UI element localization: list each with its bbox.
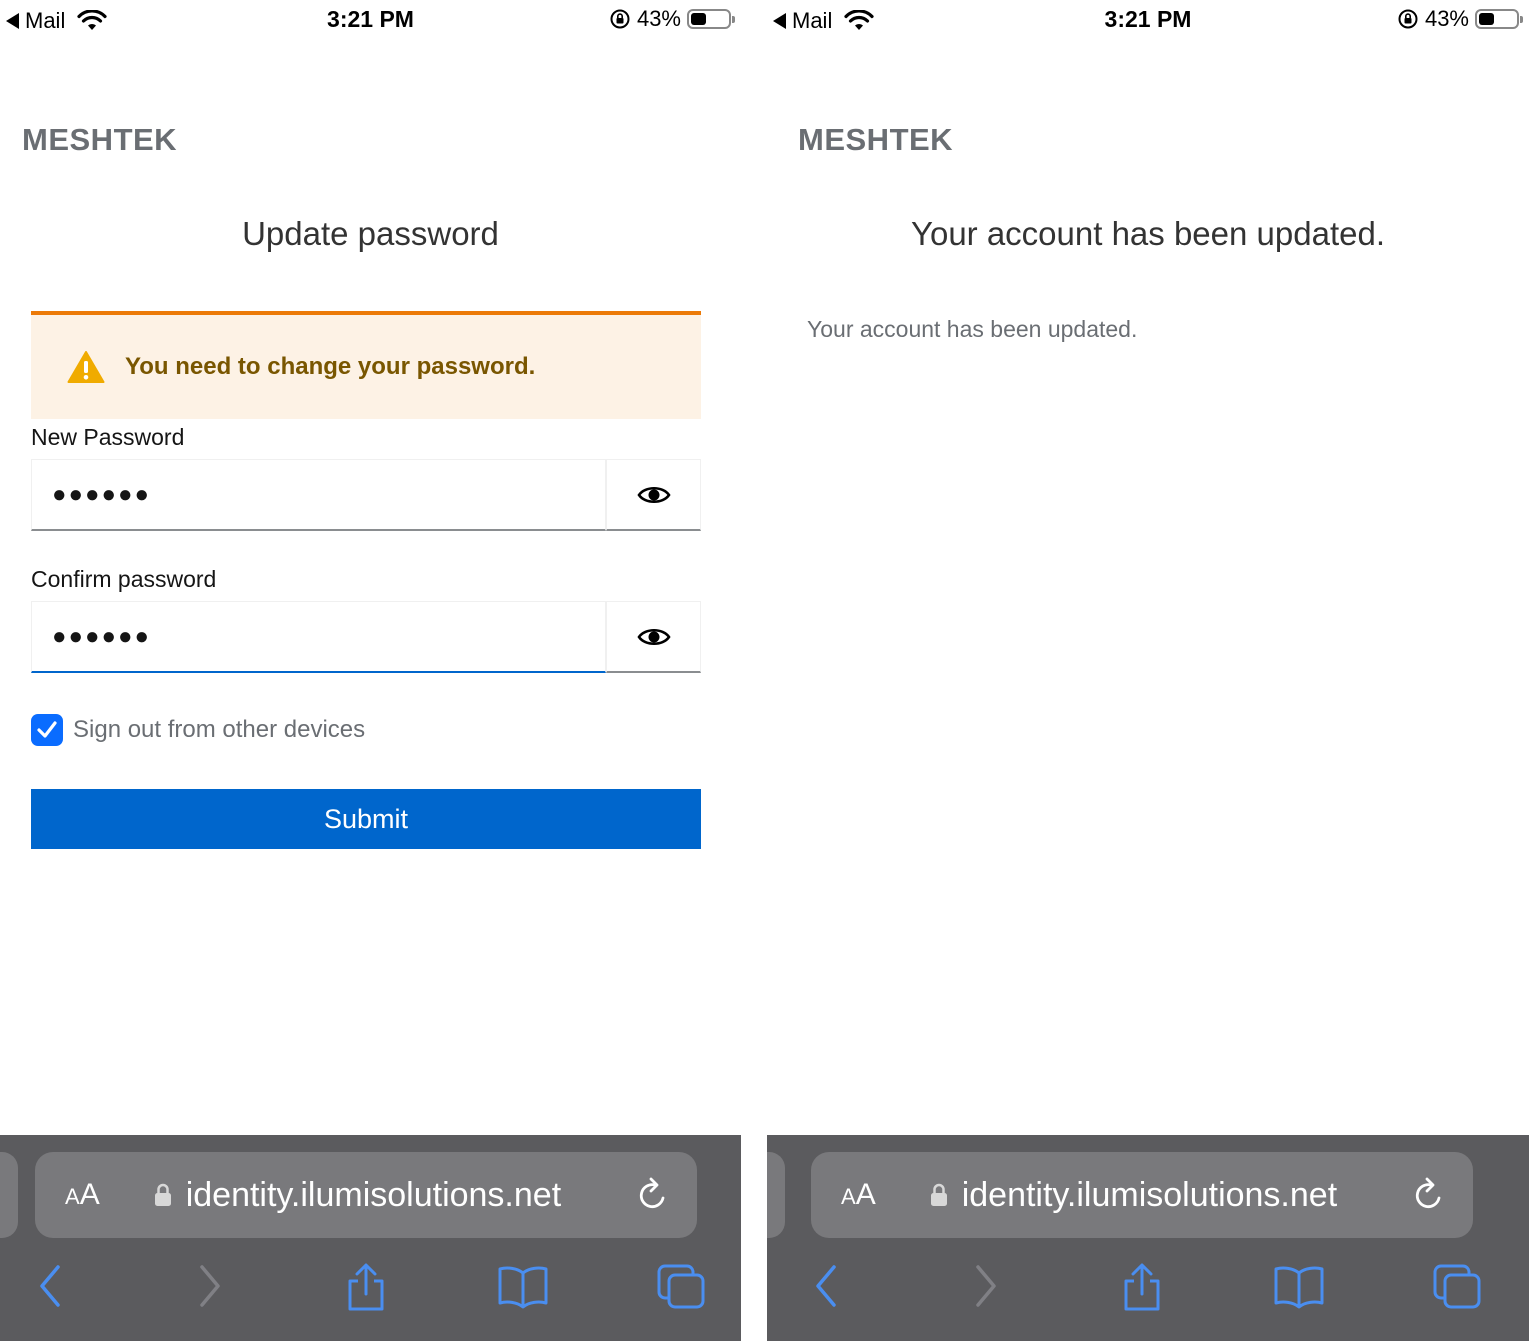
chevron-right-icon[interactable] — [196, 1263, 224, 1309]
bookmarks-icon[interactable] — [1273, 1263, 1325, 1309]
status-right: 43% — [1397, 6, 1523, 32]
battery-percent: 43% — [1424, 6, 1469, 31]
phone-update-password: Mail 3:21 PM 43% MESHTEK Update password… — [0, 0, 741, 1341]
phone-account-updated: Mail 3:21 PM 43% MESHTEK Your account ha… — [767, 0, 1529, 1341]
show-new-password-button[interactable] — [606, 459, 701, 531]
safari-toolbar — [767, 1263, 1529, 1323]
url-text: identity.ilumisolutions.net — [185, 1175, 562, 1214]
alert-message: You need to change your password. — [125, 353, 536, 380]
share-icon[interactable] — [1120, 1263, 1164, 1313]
text-size-button[interactable]: AA — [841, 1178, 876, 1212]
tabs-icon[interactable] — [1431, 1263, 1483, 1311]
page-title: Your account has been updated. — [910, 215, 1385, 252]
show-confirm-password-button[interactable] — [606, 601, 701, 673]
confirm-password-group: ●●●●●● — [31, 601, 701, 673]
address-bar[interactable]: AA identity.ilumisolutions.net — [35, 1152, 697, 1238]
chevron-right-icon[interactable] — [972, 1263, 1000, 1309]
status-bar: Mail 3:21 PM 43% — [767, 0, 1529, 40]
checkmark-icon — [37, 721, 57, 738]
eye-icon — [636, 628, 671, 645]
safari-bottom-bar: AA identity.ilumisolutions.net — [0, 1135, 741, 1341]
new-password-group: ●●●●●● — [31, 459, 701, 531]
confirm-password-field[interactable]: ●●●●●● — [31, 601, 606, 673]
page-title: Update password — [242, 215, 499, 252]
new-password-label: New Password — [31, 424, 185, 450]
lock-icon — [930, 1183, 947, 1206]
previous-tab-stub[interactable] — [767, 1152, 785, 1238]
info-message: Your account has been updated. — [807, 316, 1138, 342]
reload-icon[interactable] — [635, 1176, 671, 1214]
text-size-button[interactable]: AA — [65, 1178, 100, 1212]
orientation-lock-icon — [610, 9, 630, 29]
signout-option: Sign out from other devices — [31, 714, 365, 746]
new-password-field[interactable]: ●●●●●● — [31, 459, 606, 531]
safari-bottom-bar: AA identity.ilumisolutions.net — [767, 1135, 1529, 1341]
orientation-lock-icon — [1398, 9, 1418, 29]
tabs-icon[interactable] — [655, 1263, 707, 1311]
brand-logo: MESHTEK — [22, 122, 178, 157]
warning-alert: You need to change your password. — [31, 311, 701, 419]
lock-icon — [154, 1183, 171, 1206]
status-right: 43% — [609, 6, 735, 32]
reload-icon[interactable] — [1411, 1176, 1447, 1214]
signout-checkbox[interactable] — [31, 714, 63, 746]
eye-icon — [636, 486, 671, 503]
status-bar: Mail 3:21 PM 43% — [0, 0, 741, 40]
address-bar[interactable]: AA identity.ilumisolutions.net — [811, 1152, 1473, 1238]
warning-icon — [67, 351, 105, 383]
confirm-password-label: Confirm password — [31, 566, 217, 592]
chevron-left-icon[interactable] — [36, 1263, 64, 1309]
safari-toolbar — [0, 1263, 741, 1323]
signout-label[interactable]: Sign out from other devices — [73, 716, 365, 744]
chevron-left-icon[interactable] — [812, 1263, 840, 1309]
battery-percent: 43% — [636, 6, 681, 31]
brand-logo: MESHTEK — [798, 122, 954, 157]
bookmarks-icon[interactable] — [497, 1263, 549, 1309]
battery-icon — [1475, 9, 1523, 29]
submit-button[interactable]: Submit — [31, 789, 701, 849]
previous-tab-stub[interactable] — [0, 1152, 18, 1238]
url-text: identity.ilumisolutions.net — [961, 1175, 1338, 1214]
share-icon[interactable] — [344, 1263, 388, 1313]
battery-icon — [687, 9, 735, 29]
